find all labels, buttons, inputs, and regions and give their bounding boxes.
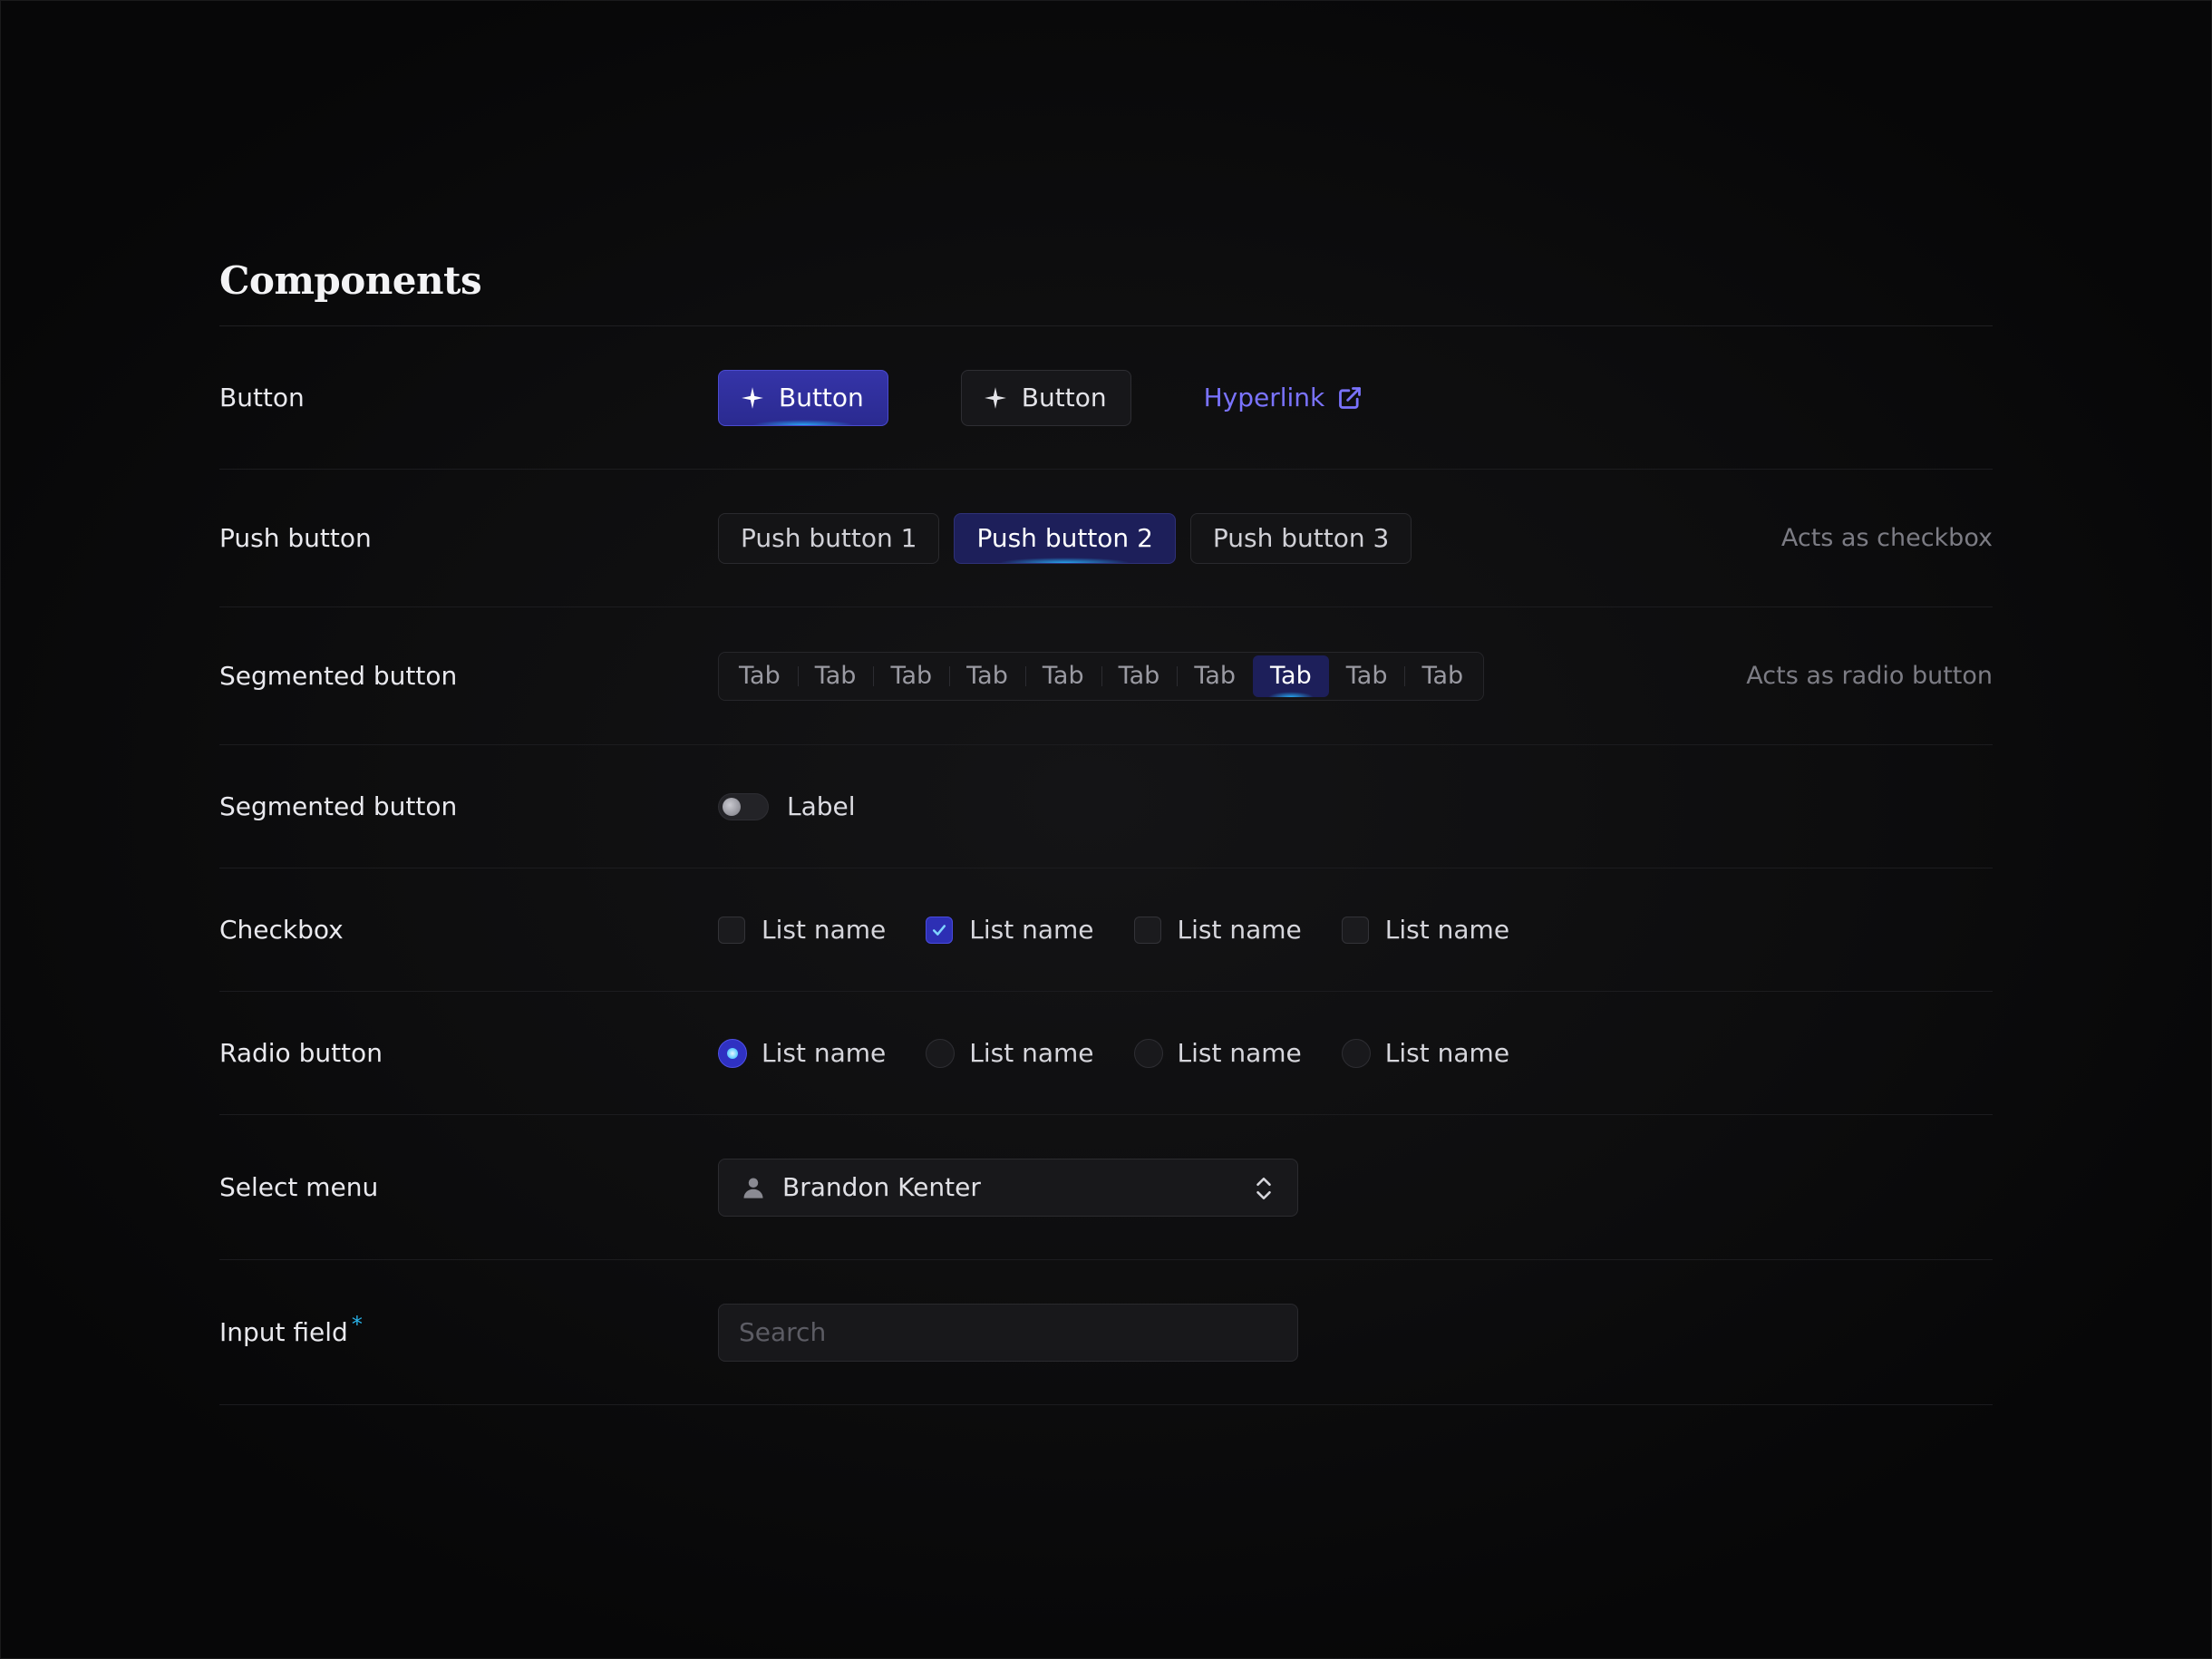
row-push-button: Push button Push button 1 Push button 2 …: [219, 470, 1993, 607]
row-label-select-menu: Select menu: [219, 1172, 379, 1202]
push-button-2[interactable]: Push button 2: [954, 512, 1176, 564]
radio-button[interactable]: [1133, 1038, 1163, 1068]
checkbox-label: List name: [762, 915, 887, 945]
push-button-label: Push button 1: [741, 523, 917, 553]
chevron-up-down-icon: [1256, 1177, 1271, 1199]
checkbox[interactable]: [718, 916, 745, 944]
secondary-button[interactable]: Button: [960, 369, 1131, 426]
checkbox[interactable]: [1341, 916, 1369, 944]
checkmark-icon: [933, 924, 946, 936]
push-button-1[interactable]: Push button 1: [718, 512, 940, 564]
search-input[interactable]: [718, 1303, 1298, 1362]
toggle-switch[interactable]: [718, 792, 769, 820]
select-value: Brandon Kenter: [782, 1172, 981, 1202]
row-segmented-button: Segmented button Tab Tab Tab Tab Tab Tab…: [219, 607, 1993, 745]
radio-button[interactable]: [1341, 1038, 1371, 1068]
primary-button[interactable]: Button: [718, 369, 888, 426]
segmented-controls: Tab Tab Tab Tab Tab Tab Tab Tab Tab Tab: [718, 651, 1485, 701]
checkbox-option[interactable]: List name: [1341, 915, 1510, 945]
segment-tab[interactable]: Tab: [1024, 655, 1101, 697]
radio-dot: [727, 1047, 738, 1059]
row-input-field: Input field *: [219, 1260, 1993, 1405]
person-icon: [743, 1178, 763, 1198]
row-label-button: Button: [219, 383, 305, 412]
select-menu[interactable]: Brandon Kenter: [718, 1158, 1298, 1217]
radio-label: List name: [1384, 1038, 1510, 1068]
checkbox-label: List name: [1177, 915, 1302, 945]
radio-label: List name: [969, 1038, 1094, 1068]
checkbox-group: List name List name List name List name: [718, 915, 1549, 945]
row-label-checkbox: Checkbox: [219, 915, 344, 945]
push-button-group: Push button 1 Push button 2 Push button …: [718, 512, 1426, 564]
segmented-control: Tab Tab Tab Tab Tab Tab Tab Tab Tab Tab: [718, 651, 1485, 701]
checkbox-label: List name: [969, 915, 1094, 945]
radio-option[interactable]: List name: [718, 1038, 886, 1068]
radio-group: List name List name List name List name: [718, 1038, 1549, 1068]
radio-option[interactable]: List name: [926, 1038, 1094, 1068]
row-select-menu: Select menu Brandon Kenter: [219, 1115, 1993, 1260]
input-controls: [718, 1303, 1298, 1362]
hyperlink[interactable]: Hyperlink: [1204, 383, 1363, 412]
radio-button[interactable]: [926, 1038, 956, 1068]
segment-tab[interactable]: Tab: [797, 655, 874, 697]
segmented-button-note: Acts as radio button: [1746, 662, 1993, 690]
radio-button-selected[interactable]: [718, 1038, 747, 1068]
page-title: Components: [219, 245, 1993, 326]
checkbox-checked[interactable]: [926, 916, 954, 944]
row-label-input-field: Input field *: [219, 1312, 363, 1347]
checkbox-option[interactable]: List name: [718, 915, 886, 945]
row-checkbox: Checkbox List name List name List name L…: [219, 868, 1993, 992]
checkbox-label: List name: [1384, 915, 1510, 945]
hyperlink-label: Hyperlink: [1203, 383, 1325, 412]
radio-label: List name: [1177, 1038, 1302, 1068]
input-field-label: Input field: [219, 1317, 348, 1347]
row-label-toggle: Segmented button: [219, 791, 458, 821]
sparkle-icon: [984, 386, 1006, 409]
checkbox-option[interactable]: List name: [926, 915, 1094, 945]
row-label-push-button: Push button: [219, 523, 372, 553]
button-controls: Button Button Hyperlink: [718, 369, 1363, 426]
segment-tab[interactable]: Tab: [873, 655, 949, 697]
select-controls: Brandon Kenter: [718, 1158, 1298, 1217]
components-panel: Components Button Button Button Hyperlin…: [219, 245, 1993, 1405]
checkbox-option[interactable]: List name: [1133, 915, 1302, 945]
radio-option[interactable]: List name: [1341, 1038, 1510, 1068]
radio-label: List name: [762, 1038, 887, 1068]
secondary-button-label: Button: [1021, 383, 1107, 412]
toggle-knob: [723, 797, 741, 816]
radio-option[interactable]: List name: [1133, 1038, 1302, 1068]
segment-tab[interactable]: Tab: [1404, 655, 1480, 697]
push-button-note: Acts as checkbox: [1780, 524, 1993, 552]
row-radio-button: Radio button List name List name List na…: [219, 992, 1993, 1115]
toggle-label: Label: [787, 791, 856, 821]
segment-tab-selected[interactable]: Tab: [1253, 655, 1329, 697]
required-mark: *: [351, 1312, 363, 1337]
row-toggle: Segmented button Label: [219, 745, 1993, 868]
toggle-controls: Label: [718, 791, 856, 821]
push-button-3[interactable]: Push button 3: [1189, 512, 1412, 564]
segment-tab[interactable]: Tab: [949, 655, 1025, 697]
primary-button-label: Button: [779, 383, 864, 412]
push-button-label: Push button 3: [1212, 523, 1390, 553]
segment-tab[interactable]: Tab: [1177, 655, 1253, 697]
segment-tab[interactable]: Tab: [1101, 655, 1178, 697]
row-label-radio-button: Radio button: [219, 1038, 383, 1068]
row-label-segmented-button: Segmented button: [219, 661, 458, 691]
segment-tab[interactable]: Tab: [722, 655, 798, 697]
push-button-label: Push button 2: [976, 523, 1153, 553]
external-link-icon: [1339, 386, 1362, 409]
segment-tab[interactable]: Tab: [1329, 655, 1405, 697]
row-button: Button Button Button Hyperlink: [219, 326, 1993, 470]
checkbox[interactable]: [1133, 916, 1161, 944]
sparkle-icon: [742, 386, 763, 409]
